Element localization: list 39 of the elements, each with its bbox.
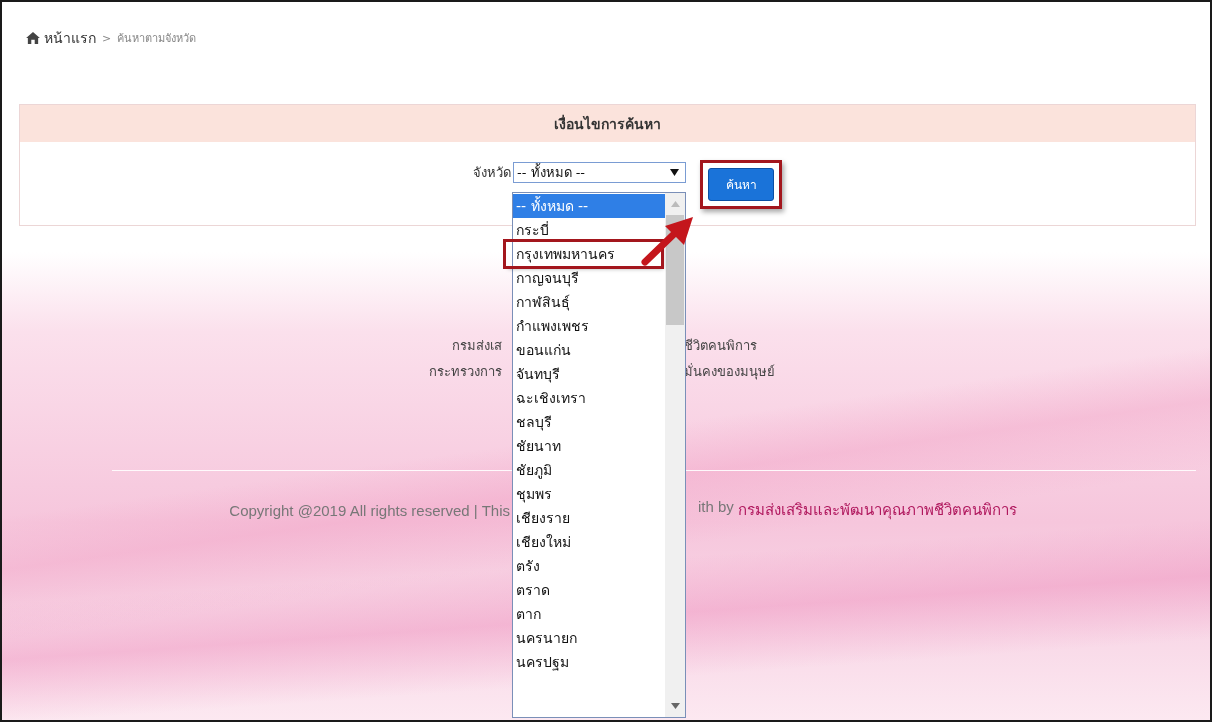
dropdown-option[interactable]: ตราด	[513, 578, 665, 602]
dropdown-option[interactable]: ฉะเชิงเทรา	[513, 386, 665, 410]
dropdown-option[interactable]: ตาก	[513, 602, 665, 626]
footer-text: กรมส่งเส	[451, 336, 502, 355]
province-label: จังหวัด	[472, 164, 511, 182]
dropdown-option[interactable]: จันทบุรี	[513, 362, 665, 386]
footer-text: ชีวิตคนพิการ	[684, 336, 758, 355]
province-select[interactable]: -- ทั้งหมด --	[513, 162, 686, 183]
copyright-text: Copyright @2019 All rights reserved | This	[228, 501, 510, 519]
dropdown-caret-icon	[670, 169, 679, 176]
scrollbar[interactable]	[665, 193, 685, 717]
dropdown-option[interactable]: ชุมพร	[513, 482, 665, 506]
breadcrumb-link[interactable]: หน้าแรก	[44, 27, 96, 49]
dropdown-option[interactable]: กรุงเทพมหานคร	[506, 242, 661, 266]
dropdown-option[interactable]: เชียงราย	[513, 506, 665, 530]
scroll-down-icon[interactable]	[670, 703, 680, 709]
dropdown-option[interactable]: ชัยภูมิ	[513, 458, 665, 482]
dropdown-option[interactable]: เชียงใหม่	[513, 530, 665, 554]
breadcrumb-separator: >	[102, 31, 112, 45]
search-button[interactable]: ค้นหา	[708, 168, 774, 201]
dropdown-option[interactable]: ขอนแก่น	[513, 338, 665, 362]
dropdown-option[interactable]: กระบี่	[513, 218, 665, 242]
footer-text: มั่นคงของมนุษย์	[684, 362, 776, 382]
arrow-icon	[640, 216, 694, 266]
dropdown-option[interactable]: -- ทั้งหมด --	[513, 194, 665, 218]
breadcrumb-current: ค้นหาตามจังหวัด	[117, 31, 197, 47]
footer-text: กระทรวงการ	[428, 362, 502, 381]
dropdown-option[interactable]: ชัยนาท	[513, 434, 665, 458]
home-icon	[26, 32, 40, 44]
dropdown-option[interactable]: ตรัง	[513, 554, 665, 578]
dropdown-option[interactable]: กาญจนบุรี	[513, 266, 665, 290]
dropdown-option[interactable]: นครปฐม	[513, 650, 665, 674]
copyright-text: ith by	[698, 498, 734, 517]
dropdown-option[interactable]: กาฬสินธุ์	[513, 290, 665, 314]
dropdown-option[interactable]: นครนายก	[513, 626, 665, 650]
panel-title: เงื่อนไขการค้นหา	[554, 113, 661, 134]
organization-link[interactable]: กรมส่งเสริมและพัฒนาคุณภาพชีวิตคนพิการ	[737, 498, 1017, 522]
dropdown-option[interactable]: ชลบุรี	[513, 410, 665, 434]
dropdown-option[interactable]: กำแพงเพชร	[513, 314, 665, 338]
